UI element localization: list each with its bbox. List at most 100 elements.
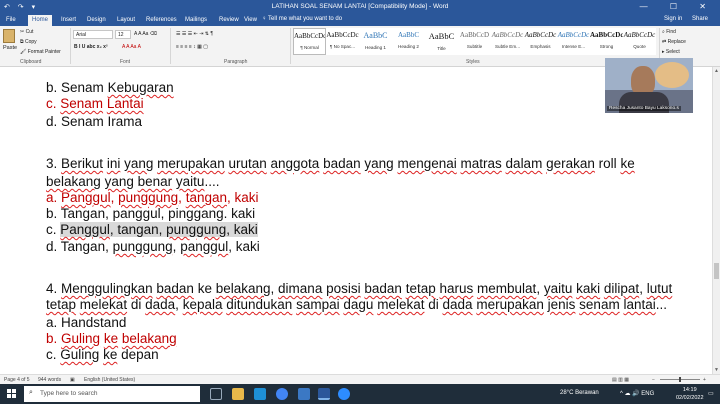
style-quote[interactable]: AaBbCcDc Quote xyxy=(623,28,656,55)
status-bar: Page 4 of 5 944 words ▣ English (United … xyxy=(0,374,720,384)
word-icon[interactable] xyxy=(318,388,330,400)
word: urutan xyxy=(228,156,267,171)
weather-widget[interactable]: 28°C Berawan xyxy=(560,390,599,396)
style-preview: AaBbC xyxy=(398,31,419,39)
q4-option-c: c. Guling ke depan xyxy=(46,347,159,362)
select-button[interactable]: ▸ Select xyxy=(662,49,680,55)
file-explorer-icon[interactable] xyxy=(232,388,244,400)
copy-button[interactable]: ⧉ Copy xyxy=(20,39,37,45)
word: yaitu xyxy=(175,174,205,189)
paragraph-list-buttons[interactable]: ☰ ☰ ☰ ⇤ ⇥ ⇅ ¶ xyxy=(176,31,213,37)
edge-icon[interactable] xyxy=(254,388,266,400)
view-buttons[interactable]: ▤ ▥ ▦ xyxy=(612,377,629,383)
scroll-down-icon[interactable]: ▼ xyxy=(714,367,719,373)
word: badan xyxy=(364,281,402,296)
tab-design[interactable]: Design xyxy=(83,15,110,26)
system-tray[interactable]: ^ ☁ 🔊 ENG xyxy=(620,390,654,397)
word: dimana xyxy=(278,281,323,296)
word: sampai xyxy=(296,297,340,312)
tab-layout[interactable]: Layout xyxy=(113,15,139,26)
document-page[interactable]: b. Senam Kebugaran c. Senam Lantai d. Se… xyxy=(0,67,712,374)
store-icon[interactable] xyxy=(298,388,310,400)
style-name: Quote xyxy=(633,44,646,49)
style-no-spacing[interactable]: AaBbCcDc ¶ No Spac... xyxy=(326,28,359,55)
cut-button[interactable]: ✂ Cut xyxy=(20,29,33,35)
style-preview: AaBbCcDc xyxy=(590,31,623,39)
font-grow-shrink[interactable]: A A Aa ⌫ xyxy=(134,31,157,37)
style-intense-emphasis[interactable]: AaBbCcDc Intense E... xyxy=(557,28,590,55)
divider xyxy=(70,28,71,64)
notification-icon[interactable]: ▭ xyxy=(708,390,714,397)
scrollbar-thumb[interactable] xyxy=(714,263,719,279)
tab-review[interactable]: Review xyxy=(215,15,243,26)
word: badan xyxy=(156,281,194,296)
word: jenis xyxy=(547,297,576,312)
tab-view[interactable]: View xyxy=(240,15,261,26)
tell-me-box[interactable]: ♀ Tell me what you want to do xyxy=(262,16,342,22)
zoom-slider-knob[interactable] xyxy=(679,377,681,382)
copy-label: Copy xyxy=(24,39,37,45)
option-text: Lantai xyxy=(106,96,144,111)
style-title[interactable]: AaBbC Title xyxy=(425,28,458,55)
style-normal[interactable]: AaBbCcDc ¶ Normal xyxy=(293,28,326,55)
paragraph-align-buttons[interactable]: ≡ ≡ ≡ ≡ ↕ ▦ ▢ xyxy=(176,44,208,50)
style-heading-2[interactable]: AaBbC Heading 2 xyxy=(392,28,425,55)
styles-group-label: Styles xyxy=(466,59,480,65)
word: lutut xyxy=(646,281,673,296)
taskbar-search[interactable]: ⌕ Type here to search xyxy=(24,386,200,402)
word: lantai xyxy=(623,297,656,312)
word: Menggulingkan xyxy=(61,281,153,296)
language-indicator[interactable]: English (United States) xyxy=(84,377,135,383)
paste-icon[interactable] xyxy=(3,29,15,43)
style-strong[interactable]: AaBbCcDc Strong xyxy=(590,28,623,55)
scroll-up-icon[interactable]: ▲ xyxy=(714,68,719,74)
question-number: 3. xyxy=(46,156,58,171)
page-count[interactable]: Page 4 of 5 xyxy=(4,377,30,383)
vertical-scrollbar[interactable]: ▲ ▼ xyxy=(712,67,720,374)
tab-insert[interactable]: Insert xyxy=(57,15,80,26)
option-letter: a. xyxy=(46,315,58,330)
format-painter-button[interactable]: 🖌 Format Painter xyxy=(20,49,61,55)
word-count[interactable]: 944 words xyxy=(38,377,61,383)
word: yang xyxy=(124,156,154,171)
font-color-buttons[interactable]: A A Aa A xyxy=(122,44,141,50)
option-letter: c. xyxy=(46,96,57,111)
q2-option-c: c. Senam Lantai xyxy=(46,96,144,111)
style-name: Heading 1 xyxy=(365,45,386,50)
zoom-app-icon[interactable] xyxy=(338,388,350,400)
search-icon: ⌕ xyxy=(29,389,33,396)
paste-button[interactable]: Paste xyxy=(3,45,17,51)
word: yaitu xyxy=(543,281,573,296)
replace-button[interactable]: ⇄ Replace xyxy=(662,39,686,45)
find-button[interactable]: ⌕ Find xyxy=(662,29,676,35)
tab-references[interactable]: References xyxy=(142,15,181,26)
sign-in-link[interactable]: Sign in xyxy=(664,16,682,22)
clock[interactable]: 14:19 02/02/2022 xyxy=(676,386,704,402)
task-view-icon[interactable] xyxy=(210,388,222,400)
share-button[interactable]: Share xyxy=(692,16,708,22)
windows-start-icon[interactable] xyxy=(7,389,16,398)
webcam-overlay[interactable]: Rescha Jusanto Bayu Laksono.s xyxy=(605,58,693,113)
style-subtitle[interactable]: AaBbCcD Subtitle xyxy=(458,28,491,55)
q4-option-a: a. Handstand xyxy=(46,315,126,330)
word: ke xyxy=(103,331,119,346)
tab-home[interactable]: Home xyxy=(28,15,53,26)
proofing-icon[interactable]: ▣ xyxy=(70,377,75,383)
font-size-select[interactable]: 12 xyxy=(115,30,131,39)
style-name: Heading 2 xyxy=(398,44,419,49)
tab-file[interactable]: File xyxy=(2,15,20,26)
font-format-buttons[interactable]: B I U abc x₂ x² xyxy=(74,44,108,50)
zoom-in-icon[interactable]: + xyxy=(703,377,706,383)
style-heading-1[interactable]: AaBbC Heading 1 xyxy=(359,28,392,55)
word: dilipat xyxy=(603,281,640,296)
style-emphasis[interactable]: AaBbCcDc Emphasis xyxy=(524,28,557,55)
style-subtle-emphasis[interactable]: AaBbCcDc Subtle Em... xyxy=(491,28,524,55)
window-controls[interactable]: — ☐ ✕ xyxy=(640,2,716,11)
word: di xyxy=(428,297,439,312)
chrome-icon[interactable] xyxy=(276,388,288,400)
clock-date: 02/02/2022 xyxy=(676,395,704,401)
window-title: LATIHAN SOAL SENAM LANTAI [Compatibility… xyxy=(271,3,449,10)
zoom-out-icon[interactable]: − xyxy=(652,377,655,383)
tab-mailings[interactable]: Mailings xyxy=(181,15,211,26)
font-family-select[interactable]: Arial xyxy=(73,30,113,39)
